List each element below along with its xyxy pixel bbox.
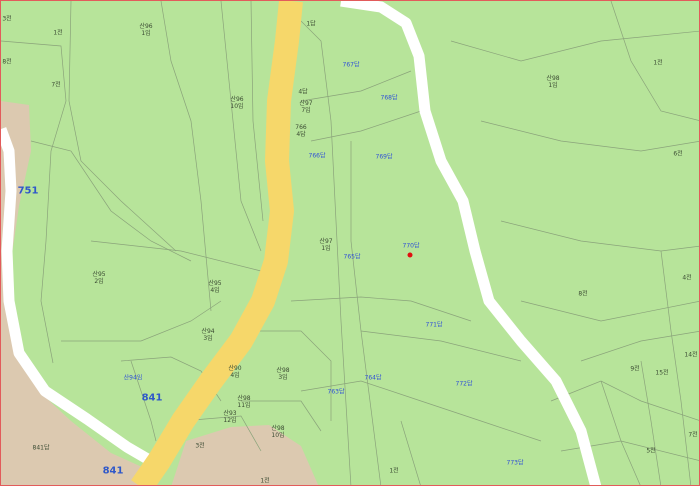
lot-label[interactable]: 산95 4임 <box>208 280 221 294</box>
lot-label[interactable]: 770답 <box>403 243 420 250</box>
lot-label[interactable]: 산95 2임 <box>92 271 105 285</box>
lot-label[interactable]: 1전 <box>653 60 662 67</box>
route-841-label-lower: 841 <box>102 465 124 477</box>
lot-label[interactable]: 767답 <box>343 62 360 69</box>
local-road-east <box>340 1 602 485</box>
lot-label[interactable]: 산98 11임 <box>237 395 250 409</box>
location-marker[interactable] <box>407 252 413 258</box>
map-canvas <box>1 1 699 485</box>
lot-label[interactable]: 3전 <box>195 443 204 450</box>
lot-label[interactable]: 841답 <box>33 445 50 452</box>
route-751-label: 751 <box>17 185 39 197</box>
parcel-map[interactable]: 751 841 841 산96 1임 1전 8전 7전 3전 1답 767답 4… <box>0 0 700 486</box>
lot-label[interactable]: 769답 <box>376 154 393 161</box>
developed-area-south <box>171 425 319 485</box>
lot-label[interactable]: 산97 1임 <box>319 238 332 252</box>
lot-label[interactable]: 7전 <box>688 432 697 439</box>
lot-label[interactable]: 9전 <box>630 366 639 373</box>
lot-label[interactable]: 산96 1임 <box>139 23 152 37</box>
route-841-label-upper: 841 <box>141 392 163 404</box>
lot-label[interactable]: 765답 <box>344 254 361 261</box>
lot-label[interactable]: 1답 <box>306 21 315 28</box>
parcel-boundaries <box>1 1 699 485</box>
lot-label[interactable]: 7전 <box>51 82 60 89</box>
main-road <box>131 1 303 485</box>
lot-label[interactable]: 768답 <box>381 95 398 102</box>
lot-label[interactable]: 산90 4임 <box>228 365 241 379</box>
lot-label[interactable]: 763답 <box>328 389 345 396</box>
lot-label[interactable]: 764답 <box>365 375 382 382</box>
lot-label[interactable]: 772답 <box>456 381 473 388</box>
lot-label[interactable]: 15전 <box>655 370 668 377</box>
lot-label[interactable]: 6전 <box>673 151 682 158</box>
lot-label[interactable]: 4전 <box>682 275 691 282</box>
lot-label[interactable]: 5전 <box>646 448 655 455</box>
lot-label[interactable]: 산96 10임 <box>230 96 243 110</box>
lot-label[interactable]: 773답 <box>507 460 524 467</box>
lot-label[interactable]: 14전 <box>684 352 697 359</box>
lot-label[interactable]: 766답 <box>309 153 326 160</box>
lot-label[interactable]: 산93 12임 <box>223 410 236 424</box>
lot-label[interactable]: 산94임 <box>124 375 143 382</box>
lot-label[interactable]: 1전 <box>389 468 398 475</box>
lot-label[interactable]: 산94 3임 <box>201 328 214 342</box>
lot-label[interactable]: 4답 <box>298 89 307 96</box>
lot-label[interactable]: 산98 10임 <box>271 425 284 439</box>
lot-label[interactable]: 산98 1임 <box>546 75 559 89</box>
lot-label[interactable]: 1전 <box>260 478 269 485</box>
lot-label[interactable]: 8전 <box>2 59 11 66</box>
lot-label[interactable]: 771답 <box>426 322 443 329</box>
lot-label[interactable]: 8전 <box>578 291 587 298</box>
lot-label[interactable]: 산98 3임 <box>276 367 289 381</box>
lot-label[interactable]: 1전 <box>53 30 62 37</box>
lot-label[interactable]: 3전 <box>2 16 11 23</box>
lot-label[interactable]: 산97 7임 <box>299 100 312 114</box>
lot-label[interactable]: 766 4답 <box>295 124 306 138</box>
